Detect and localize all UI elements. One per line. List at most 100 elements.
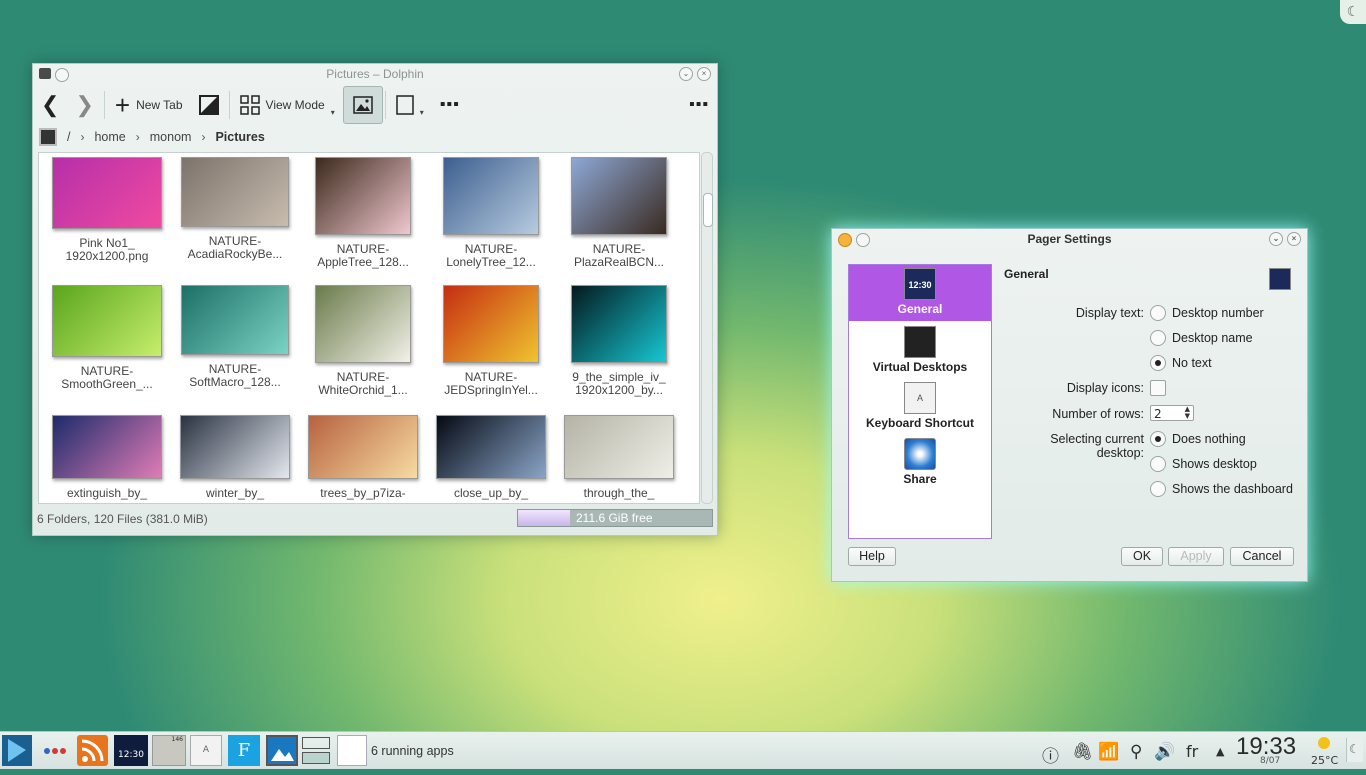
close-button[interactable]: × xyxy=(1287,232,1301,246)
free-space-bar[interactable]: 211.6 GiB free xyxy=(517,509,713,527)
dolphin-titlebar[interactable]: Pictures – Dolphin ⌄ × xyxy=(33,64,717,84)
display-icons-checkbox[interactable] xyxy=(1150,380,1166,396)
option-desktop-name[interactable]: Desktop name xyxy=(1172,331,1253,345)
clipboard-icon[interactable]: 🖇 xyxy=(1072,742,1094,762)
file-view[interactable]: Pink No1_ 1920x1200.png NATURE- AcadiaRocky… xyxy=(38,152,700,504)
file-item[interactable]: NATURE- AcadiaRockyBe... xyxy=(171,157,299,261)
sidebar-item-keyboard-shortcut[interactable]: A Keyboard Shortcut xyxy=(849,379,991,435)
image-thumbnail xyxy=(443,157,539,235)
file-item[interactable]: Pink No1_ 1920x1200.png xyxy=(43,157,171,263)
help-button[interactable]: Help xyxy=(848,547,896,566)
breadcrumb-separator-icon[interactable]: › xyxy=(136,130,140,144)
preview-toggle-button[interactable] xyxy=(342,86,383,124)
scrollbar-thumb[interactable] xyxy=(703,193,713,227)
file-item[interactable]: NATURE- LonelyTree_12... xyxy=(427,157,555,269)
display-icons-label: Display icons: xyxy=(1066,381,1144,395)
file-view-scrollbar[interactable] xyxy=(701,152,713,504)
rows-spinbox[interactable]: 2 ▲ ▼ xyxy=(1150,405,1194,421)
breadcrumb-home[interactable]: home xyxy=(94,130,125,144)
breadcrumb-separator-icon[interactable]: › xyxy=(201,130,205,144)
window-menu-icon[interactable] xyxy=(39,68,51,79)
radio-desktop-name[interactable] xyxy=(1150,330,1166,346)
option-no-text[interactable]: No text xyxy=(1172,356,1212,370)
file-item[interactable]: NATURE- PlazaRealBCN... xyxy=(555,157,683,269)
wifi-icon[interactable]: 📶 xyxy=(1098,742,1119,762)
file-item[interactable]: NATURE- SoftMacro_128... xyxy=(171,285,299,389)
pin-button[interactable] xyxy=(55,68,69,82)
radio-shows-dashboard[interactable] xyxy=(1150,481,1166,497)
file-item[interactable]: extinguish_by_ xyxy=(43,415,171,500)
desktop-1-icon[interactable] xyxy=(302,737,330,749)
radio-shows-desktop[interactable] xyxy=(1150,456,1166,472)
calculator-button[interactable]: 146 xyxy=(152,735,186,766)
file-item[interactable]: close_up_by_ xyxy=(427,415,555,500)
app-launcher-button[interactable] xyxy=(2,735,32,766)
file-item[interactable]: winter_by_ xyxy=(171,415,299,500)
file-item[interactable]: NATURE- AppleTree_128... xyxy=(299,157,427,269)
cancel-button[interactable]: Cancel xyxy=(1230,547,1294,566)
breadcrumb-separator-icon[interactable]: › xyxy=(80,130,84,144)
radio-no-text[interactable] xyxy=(1150,355,1166,371)
weather-sun-icon[interactable] xyxy=(1318,737,1330,749)
minimize-button[interactable]: ⌄ xyxy=(679,67,693,81)
free-space-label: 211.6 GiB free xyxy=(576,511,653,525)
option-shows-desktop[interactable]: Shows desktop xyxy=(1172,457,1257,471)
view-mode-button[interactable]: View Mode ▾ xyxy=(232,87,343,123)
option-desktop-number[interactable]: Desktop number xyxy=(1172,306,1264,320)
usb-icon[interactable]: ⚲ xyxy=(1130,742,1142,762)
breadcrumb-current[interactable]: Pictures xyxy=(215,130,264,144)
radio-does-nothing[interactable] xyxy=(1150,431,1166,447)
breadcrumb-user[interactable]: monom xyxy=(150,130,192,144)
panel-toolbox-button[interactable]: ☾ xyxy=(1346,738,1363,762)
file-item[interactable]: trees_by_p7iza- xyxy=(299,415,427,500)
activities-button[interactable] xyxy=(38,735,72,766)
ok-button[interactable]: OK xyxy=(1121,547,1163,566)
file-item[interactable]: NATURE- SmoothGreen_... xyxy=(43,285,171,391)
file-item[interactable]: 9_the_simple_iv_ 1920x1200_by... xyxy=(555,285,683,397)
panels-button[interactable]: ▾ xyxy=(388,87,432,123)
apply-button[interactable]: Apply xyxy=(1168,547,1224,566)
option-does-nothing[interactable]: Does nothing xyxy=(1172,432,1246,446)
hamburger-menu-button[interactable]: ▪▪▪ xyxy=(681,87,717,123)
desktop-switcher[interactable] xyxy=(302,735,332,766)
keyboard-layout-indicator[interactable]: fr xyxy=(1186,742,1198,761)
file-item[interactable]: NATURE- JEDSpringInYel... xyxy=(427,285,555,397)
info-icon[interactable]: ⓘ xyxy=(1042,742,1059,767)
radio-desktop-number[interactable] xyxy=(1150,305,1166,321)
file-item[interactable]: NATURE- WhiteOrchid_1... xyxy=(299,285,427,397)
image-thumbnail xyxy=(52,157,162,229)
sidebar-item-share[interactable]: Share xyxy=(849,435,991,491)
desktop-2-icon[interactable] xyxy=(302,752,330,764)
pager-widget[interactable]: 12:30 xyxy=(114,735,148,766)
pager-titlebar[interactable]: Pager Settings ⌄ × xyxy=(832,229,1307,249)
file-item[interactable]: through_the_ xyxy=(555,415,683,500)
expand-tray-icon[interactable]: ▲ xyxy=(1216,745,1224,758)
minimize-button[interactable]: ⌄ xyxy=(1269,232,1283,246)
split-view-button[interactable] xyxy=(191,87,227,123)
spin-arrows-icon[interactable]: ▲ ▼ xyxy=(1185,406,1190,420)
general-settings-panel: General Display text: Desktop number Des… xyxy=(1002,264,1297,534)
volume-icon[interactable]: 🔊 xyxy=(1154,742,1175,762)
window-menu-icon[interactable] xyxy=(838,233,852,247)
image-viewer-button[interactable] xyxy=(266,735,298,766)
sidebar-item-general[interactable]: 12:30 General xyxy=(849,265,991,321)
sidebar-item-virtual-desktops[interactable]: Virtual Desktops xyxy=(849,323,991,379)
close-button[interactable]: × xyxy=(697,67,711,81)
back-button[interactable]: ❮ xyxy=(33,87,67,123)
rss-feed-button[interactable] xyxy=(77,735,108,766)
breadcrumb-root[interactable]: / xyxy=(67,130,70,144)
places-icon[interactable] xyxy=(39,128,57,146)
option-shows-dashboard[interactable]: Shows the dashboard xyxy=(1172,482,1293,496)
new-tab-button[interactable]: + New Tab xyxy=(107,87,191,123)
forward-button[interactable]: ❯ xyxy=(67,87,101,123)
more-actions-button[interactable]: ▪▪▪ xyxy=(432,87,468,123)
task-manager-icon[interactable] xyxy=(337,735,367,766)
running-apps-label[interactable]: 6 running apps xyxy=(371,744,454,758)
moon-icon: ☾ xyxy=(1346,4,1360,20)
pin-button[interactable] xyxy=(856,233,870,247)
status-text: 6 Folders, 120 Files (381.0 MiB) xyxy=(37,512,208,526)
chevron-down-icon: ▾ xyxy=(419,108,424,117)
keyboard-layout-button[interactable]: A xyxy=(190,735,222,766)
font-viewer-button[interactable]: F xyxy=(228,735,260,766)
desktop-toolbox-button[interactable]: ☾ xyxy=(1340,0,1366,24)
